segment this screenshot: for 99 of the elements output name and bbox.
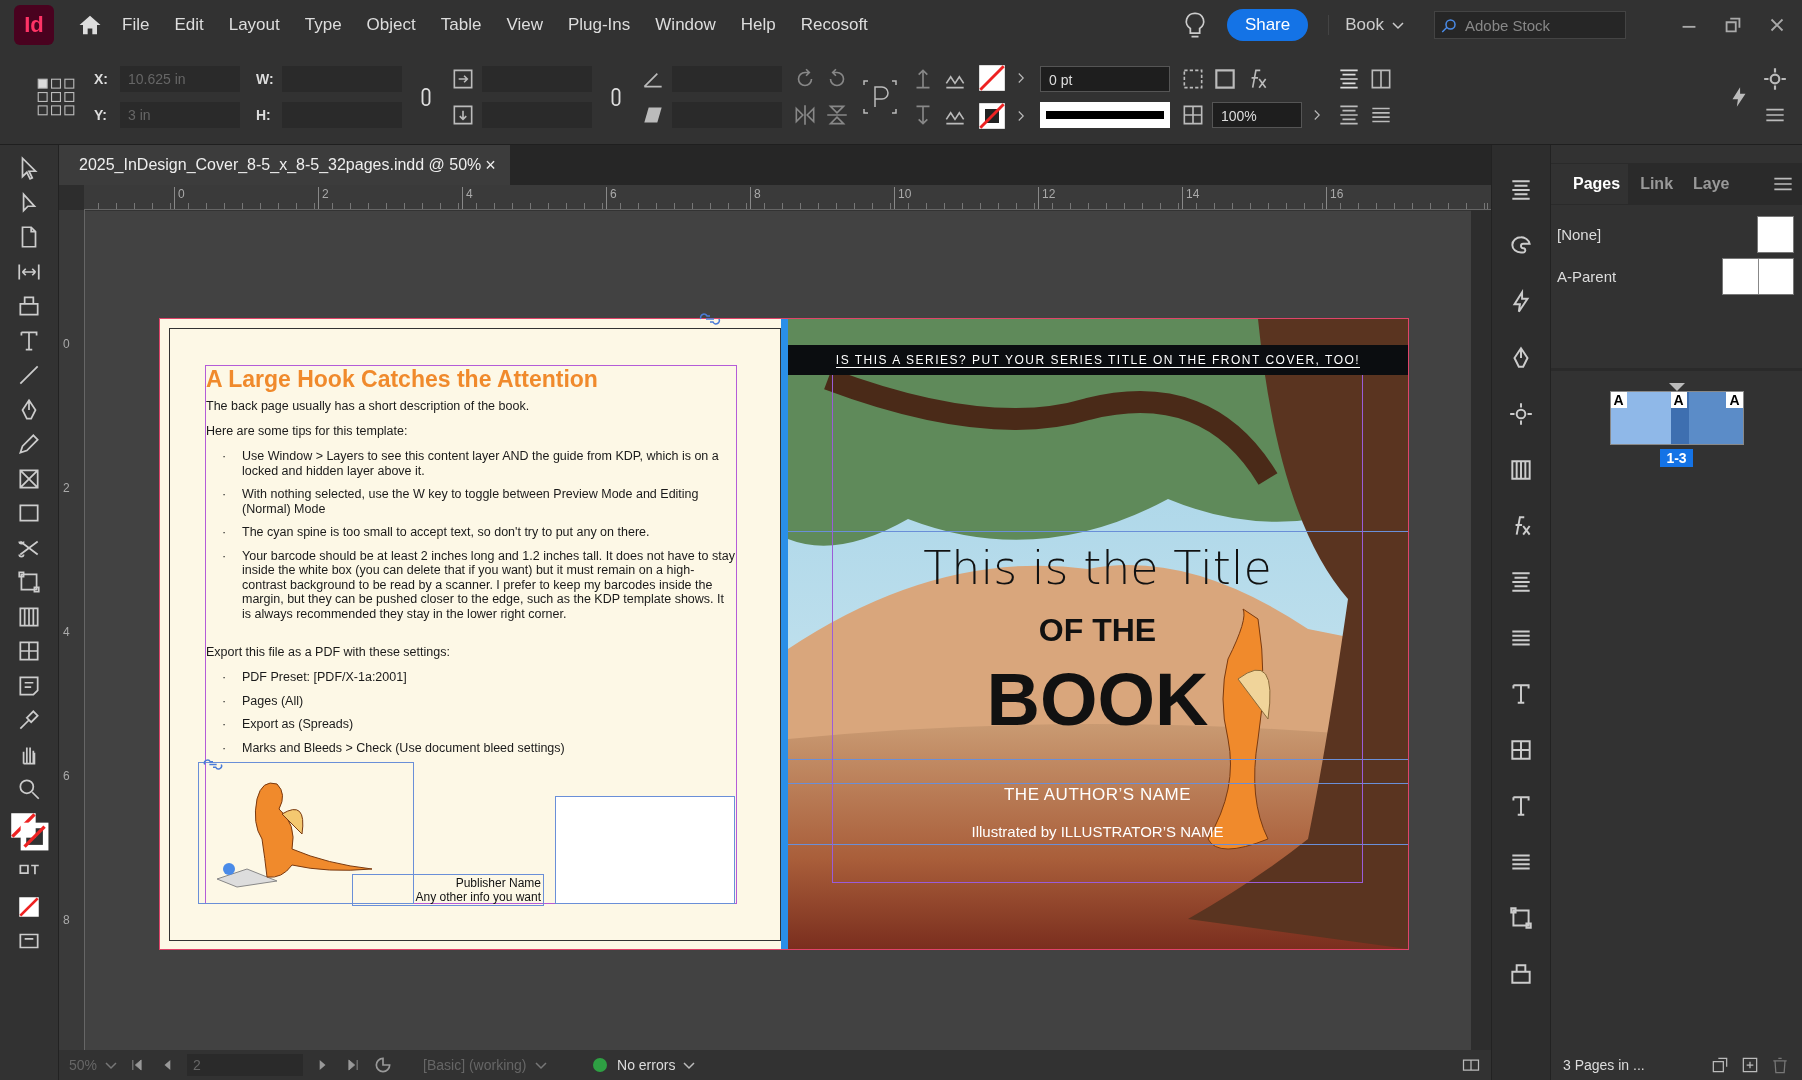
- body-text: The back page usually has a short description of the book.: [206, 399, 531, 413]
- list-item-text: With nothing selected, use the W key to toggle between Preview Mode and Editing (Normal) Mode: [242, 487, 700, 516]
- menu-item[interactable]: Object: [366, 15, 416, 35]
- ruler-number: 12: [1038, 187, 1056, 209]
- share-button[interactable]: Share: [1226, 9, 1309, 41]
- ruler-number: 2: [63, 481, 70, 495]
- bullet: ·: [220, 525, 228, 540]
- author-name: THE AUTHOR’S NAME: [1003, 785, 1192, 805]
- w-label: W:: [256, 71, 275, 87]
- publisher-name: Publisher Name: [455, 876, 541, 890]
- new-page-icon[interactable]: [1740, 1055, 1760, 1075]
- spread-thumbnail[interactable]: A A A: [1609, 391, 1744, 445]
- bullet: ·: [220, 487, 228, 503]
- publisher-info: Any other info you want: [415, 890, 541, 904]
- menu-item[interactable]: View: [506, 15, 543, 35]
- list-item-text: Use Window > Layers to see this content layer AND the guide from KDP, which is on a locked and hidden layer above it.: [242, 449, 720, 478]
- path-direction-icon[interactable]: [860, 77, 900, 117]
- x-label: X:: [94, 71, 109, 87]
- list-item-text: Marks and Bleeds > Check (Use document bleed settings): [242, 740, 565, 755]
- bullet: ·: [220, 670, 228, 685]
- bullet: ·: [220, 693, 228, 708]
- stroke-none-swatch[interactable]: [978, 102, 1006, 130]
- y-label: Y:: [94, 107, 108, 123]
- panel-tab[interactable]: Pages: [1551, 164, 1629, 204]
- spread-thumbnail[interactable]: [1722, 257, 1794, 295]
- menu-item[interactable]: Window: [655, 15, 716, 35]
- page-range-label: 1-3: [1660, 449, 1693, 467]
- book-title: OF THE: [1037, 612, 1158, 649]
- caret-icon: [1392, 22, 1404, 30]
- opacity-field[interactable]: 100%: [1212, 102, 1302, 128]
- list-item-text: The cyan spine is too small to accept text, so don't try to put any on there.: [242, 525, 650, 540]
- ruler-number: 6: [606, 187, 617, 209]
- menu-item[interactable]: Plug-Ins: [567, 15, 631, 35]
- free-transform-icon[interactable]: [16, 569, 42, 595]
- page-thumbnail[interactable]: [1757, 215, 1794, 253]
- ruler-number: 16: [1326, 187, 1344, 209]
- ruler-number: 6: [63, 769, 70, 783]
- ruler-number: 14: [1182, 187, 1200, 209]
- preflight-status[interactable]: No errors: [617, 1057, 728, 1073]
- pencil-tool-icon[interactable]: [16, 431, 42, 457]
- ruler-number: 4: [63, 625, 70, 639]
- parent-page-name[interactable]: [None]: [1557, 225, 1602, 243]
- bullet: ·: [220, 449, 228, 465]
- book-title: BOOK: [985, 657, 1210, 742]
- status-dot-icon: [593, 1058, 608, 1072]
- stroke-weight-field[interactable]: 0 pt: [1040, 66, 1170, 92]
- link-badge-icon: [698, 313, 722, 325]
- ruler-number: 8: [750, 187, 761, 209]
- menu-item[interactable]: Edit: [174, 15, 204, 35]
- menu-item[interactable]: Layout: [228, 15, 280, 35]
- pages-count: 3 Pages in ...: [1563, 1057, 1645, 1073]
- fill-stroke-icon[interactable]: [9, 810, 49, 851]
- delete-icon[interactable]: [1770, 1055, 1790, 1075]
- document-tab[interactable]: 2025_InDesign_Cover_8-5_x_8-5_32pages.indd @ 50% ×: [59, 145, 510, 185]
- parent-prefix: A: [1726, 392, 1743, 408]
- caret-icon: [534, 1062, 547, 1070]
- list-item-text: Export as (Spreads): [242, 717, 354, 732]
- caret-icon: [105, 1062, 118, 1070]
- ruler-number: 2: [318, 187, 329, 209]
- body-text: Here are some tips for this template:: [206, 424, 409, 438]
- transform-icon[interactable]: [1508, 905, 1534, 931]
- bullet: ·: [220, 717, 228, 732]
- h-label: H:: [256, 107, 272, 123]
- menu-item[interactable]: Help: [740, 15, 776, 35]
- app-logo: Id: [14, 5, 54, 45]
- search-field[interactable]: Adobe Stock: [1434, 11, 1626, 39]
- reference-point-icon[interactable]: [36, 77, 76, 117]
- ruler-number: 0: [63, 337, 70, 351]
- stroke-type-dropdown[interactable]: [1040, 102, 1170, 128]
- list-item-text: Your barcode should be at least 2 inches long and 1.2 inches tall. It does not have to stay inside the white box (you can delete that if you want) but it must remain on a high-contrast background to be read by a scanner. I prefer to keep my barcodes inside the margin, but they can be pushed closer to the edge, such as the KDP template shows. It is always recommended they stay in the lower right corner.: [242, 548, 736, 621]
- ruler-number: 4: [462, 187, 473, 209]
- menu-item[interactable]: Recosoft: [800, 15, 868, 35]
- ruler-number: 10: [894, 187, 912, 209]
- panel-tab[interactable]: Link: [1632, 164, 1682, 204]
- close-tab-button[interactable]: ×: [485, 154, 496, 176]
- caret-icon: [683, 1062, 696, 1070]
- menu-item[interactable]: Type: [304, 15, 342, 35]
- back-cover-heading: A Large Hook Catches the Attention: [206, 366, 599, 393]
- edit-page-size-icon[interactable]: [1710, 1055, 1730, 1075]
- bullet: ·: [220, 548, 228, 565]
- series-banner: IS THIS A SERIES? PUT YOUR SERIES TITLE ON THE FRONT COVER, TOO!: [788, 345, 1408, 375]
- workspace-dropdown[interactable]: Book: [1328, 15, 1404, 35]
- illustrator-credit: Illustrated by ILLUSTRATOR’S NAME: [970, 823, 1225, 840]
- body-text: Export this file as a PDF with these settings:: [206, 645, 451, 659]
- list-item-text: PDF Preset: [PDF/X-1a:2001]: [242, 670, 407, 685]
- fill-none-swatch[interactable]: [978, 64, 1006, 92]
- bullet: ·: [220, 740, 228, 755]
- panel-tab[interactable]: Laye: [1685, 164, 1738, 204]
- vertical-scrollbar[interactable]: [1471, 210, 1491, 1050]
- parent-page-name[interactable]: A-Parent: [1557, 267, 1617, 285]
- menu-item[interactable]: File: [122, 15, 150, 35]
- menu-item[interactable]: Table: [440, 15, 482, 35]
- parent-prefix: A: [1610, 392, 1627, 408]
- list-item-text: Pages (All): [242, 693, 304, 708]
- link-badge-icon: [202, 759, 224, 770]
- frame-icon[interactable]: [1212, 66, 1238, 92]
- ruler-number: 8: [63, 913, 70, 927]
- search-icon: [1440, 17, 1458, 35]
- ruler-number: 0: [174, 187, 185, 209]
